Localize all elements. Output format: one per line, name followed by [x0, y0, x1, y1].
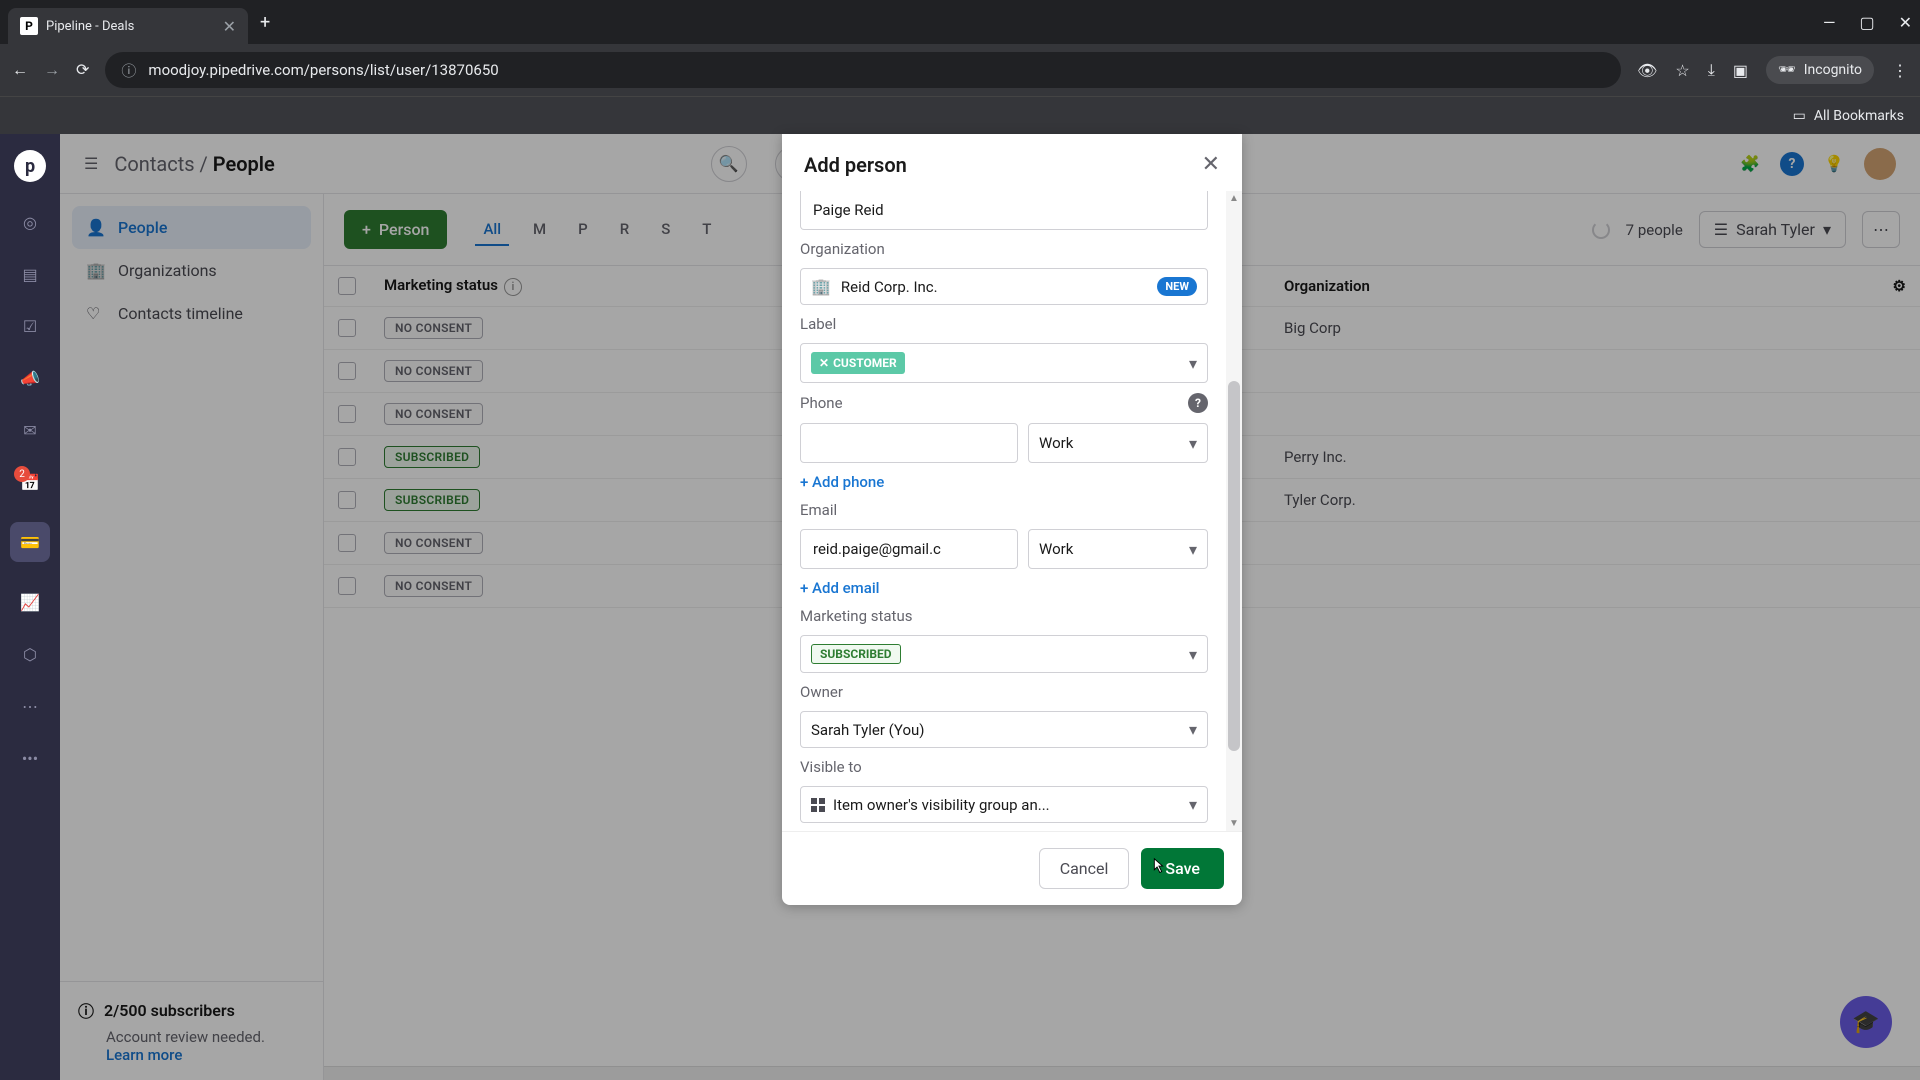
rail-contacts-icon[interactable]: 💳 — [10, 522, 50, 562]
marketing-status-dropdown[interactable]: SUBSCRIBED ▾ — [800, 635, 1208, 673]
close-icon[interactable]: ✕ — [1202, 152, 1220, 177]
site-info-icon[interactable]: ⓘ — [121, 60, 136, 81]
window-controls: — ▢ ✕ — [1823, 13, 1912, 32]
incognito-chip[interactable]: 🕶 Incognito — [1766, 56, 1874, 84]
visible-to-label: Visible to — [800, 758, 1208, 776]
owner-field-label: Owner — [800, 683, 1208, 701]
add-person-modal: Add person ✕ Organization 🏢 Reid Corp. I… — [782, 134, 1242, 905]
phone-type-dropdown[interactable]: Work ▾ — [1028, 423, 1208, 463]
organization-label: Organization — [800, 240, 1208, 258]
tab-close-icon[interactable]: ✕ — [223, 17, 236, 36]
email-type-value: Work — [1039, 540, 1181, 558]
chevron-down-icon: ▾ — [1189, 645, 1197, 664]
visibility-off-icon[interactable]: 👁 — [1637, 61, 1657, 80]
organization-value: Reid Corp. Inc. — [841, 278, 1148, 296]
chevron-down-icon: ▾ — [1189, 720, 1197, 739]
browser-tab[interactable]: P Pipeline - Deals ✕ — [8, 8, 248, 44]
address-bar[interactable]: ⓘ moodjoy.pipedrive.com/persons/list/use… — [105, 52, 1621, 88]
chevron-down-icon: ▾ — [1189, 354, 1197, 373]
sidebar-rail: p ◎ ▤ ☑ 📣 ✉ 2 📅 💳 📈 ⬡ ⋯ ••• — [0, 134, 60, 1080]
rail-projects-icon[interactable]: ☑ — [18, 314, 42, 338]
save-button[interactable]: Save — [1141, 848, 1224, 889]
minimize-icon[interactable]: — — [1823, 13, 1836, 32]
url-text: moodjoy.pipedrive.com/persons/list/user/… — [148, 61, 498, 79]
marketing-status-label: Marketing status — [800, 607, 1208, 625]
modal-scrollbar[interactable]: ▲ ▼ — [1226, 191, 1242, 831]
customer-chip[interactable]: ✕CUSTOMER — [811, 352, 905, 374]
activities-badge: 2 — [14, 466, 30, 482]
new-badge: NEW — [1157, 277, 1197, 296]
rail-activities-icon[interactable]: 2 📅 — [18, 470, 42, 494]
scroll-down-arrow[interactable]: ▼ — [1229, 818, 1239, 829]
modal-title: Add person — [804, 153, 907, 177]
incognito-icon: 🕶 — [1778, 62, 1796, 78]
rail-products-icon[interactable]: ⬡ — [18, 642, 42, 666]
folder-icon: ▭ — [1793, 108, 1806, 124]
rail-deals-icon[interactable]: ▤ — [18, 262, 42, 286]
phone-field-label: Phone — [800, 394, 843, 412]
incognito-label: Incognito — [1804, 62, 1862, 78]
tab-title: Pipeline - Deals — [46, 19, 215, 34]
app-logo[interactable]: p — [14, 150, 46, 182]
organization-input[interactable]: 🏢 Reid Corp. Inc. NEW — [800, 268, 1208, 305]
panel-icon[interactable]: ▣ — [1733, 61, 1748, 80]
bookmarks-bar: ▭ All Bookmarks — [0, 96, 1920, 134]
browser-menu-icon[interactable]: ⋮ — [1892, 61, 1908, 80]
browser-toolbar: ← → ⟳ ⓘ moodjoy.pipedrive.com/persons/li… — [0, 44, 1920, 96]
browser-tab-strip: P Pipeline - Deals ✕ + — ▢ ✕ — [0, 0, 1920, 44]
chevron-down-icon: ▾ — [1189, 540, 1197, 559]
phone-help-icon[interactable]: ? — [1188, 393, 1208, 413]
label-dropdown[interactable]: ✕CUSTOMER ▾ — [800, 343, 1208, 383]
add-phone-link[interactable]: + Add phone — [800, 473, 1208, 491]
cancel-button[interactable]: Cancel — [1039, 848, 1130, 889]
save-label: Save — [1165, 859, 1200, 878]
visibility-group-icon — [811, 798, 825, 812]
email-type-dropdown[interactable]: Work ▾ — [1028, 529, 1208, 569]
add-email-link[interactable]: + Add email — [800, 579, 1208, 597]
email-input[interactable] — [800, 529, 1018, 569]
downloads-icon[interactable]: ⤓ — [1708, 60, 1715, 80]
scroll-up-arrow[interactable]: ▲ — [1229, 193, 1239, 204]
maximize-icon[interactable]: ▢ — [1859, 13, 1874, 32]
rail-more-icon[interactable]: ••• — [18, 746, 42, 770]
visible-to-dropdown[interactable]: Item owner's visibility group an... ▾ — [800, 786, 1208, 823]
owner-dropdown[interactable]: Sarah Tyler (You) ▾ — [800, 711, 1208, 748]
phone-type-value: Work — [1039, 434, 1181, 452]
reload-button[interactable]: ⟳ — [76, 60, 89, 80]
marketing-status-value: SUBSCRIBED — [811, 644, 901, 664]
all-bookmarks-link[interactable]: All Bookmarks — [1814, 108, 1904, 124]
phone-input[interactable] — [800, 423, 1018, 463]
rail-leads-icon[interactable]: ◎ — [18, 210, 42, 234]
rail-campaigns-icon[interactable]: 📣 — [18, 366, 42, 390]
remove-chip-icon[interactable]: ✕ — [819, 356, 829, 370]
scrollbar-thumb[interactable] — [1228, 381, 1240, 751]
rail-marketplace-icon[interactable]: ⋯ — [18, 694, 42, 718]
app-root: p ◎ ▤ ☑ 📣 ✉ 2 📅 💳 📈 ⬡ ⋯ ••• ☰ Contacts /… — [0, 134, 1920, 1080]
building-icon: 🏢 — [811, 277, 831, 296]
bookmark-star-icon[interactable]: ☆ — [1675, 61, 1689, 80]
owner-value: Sarah Tyler (You) — [811, 721, 1181, 739]
rail-insights-icon[interactable]: 📈 — [18, 590, 42, 614]
forward-button: → — [44, 60, 60, 80]
back-button[interactable]: ← — [12, 60, 28, 80]
label-field-label: Label — [800, 315, 1208, 333]
email-field-label: Email — [800, 501, 1208, 519]
tab-favicon: P — [20, 17, 38, 35]
chevron-down-icon: ▾ — [1189, 434, 1197, 453]
new-tab-button[interactable]: + — [260, 12, 270, 33]
name-input[interactable] — [800, 191, 1208, 230]
rail-mail-icon[interactable]: ✉ — [18, 418, 42, 442]
chevron-down-icon: ▾ — [1189, 795, 1197, 814]
visible-to-value: Item owner's visibility group an... — [833, 796, 1181, 814]
close-window-icon[interactable]: ✕ — [1899, 13, 1912, 32]
